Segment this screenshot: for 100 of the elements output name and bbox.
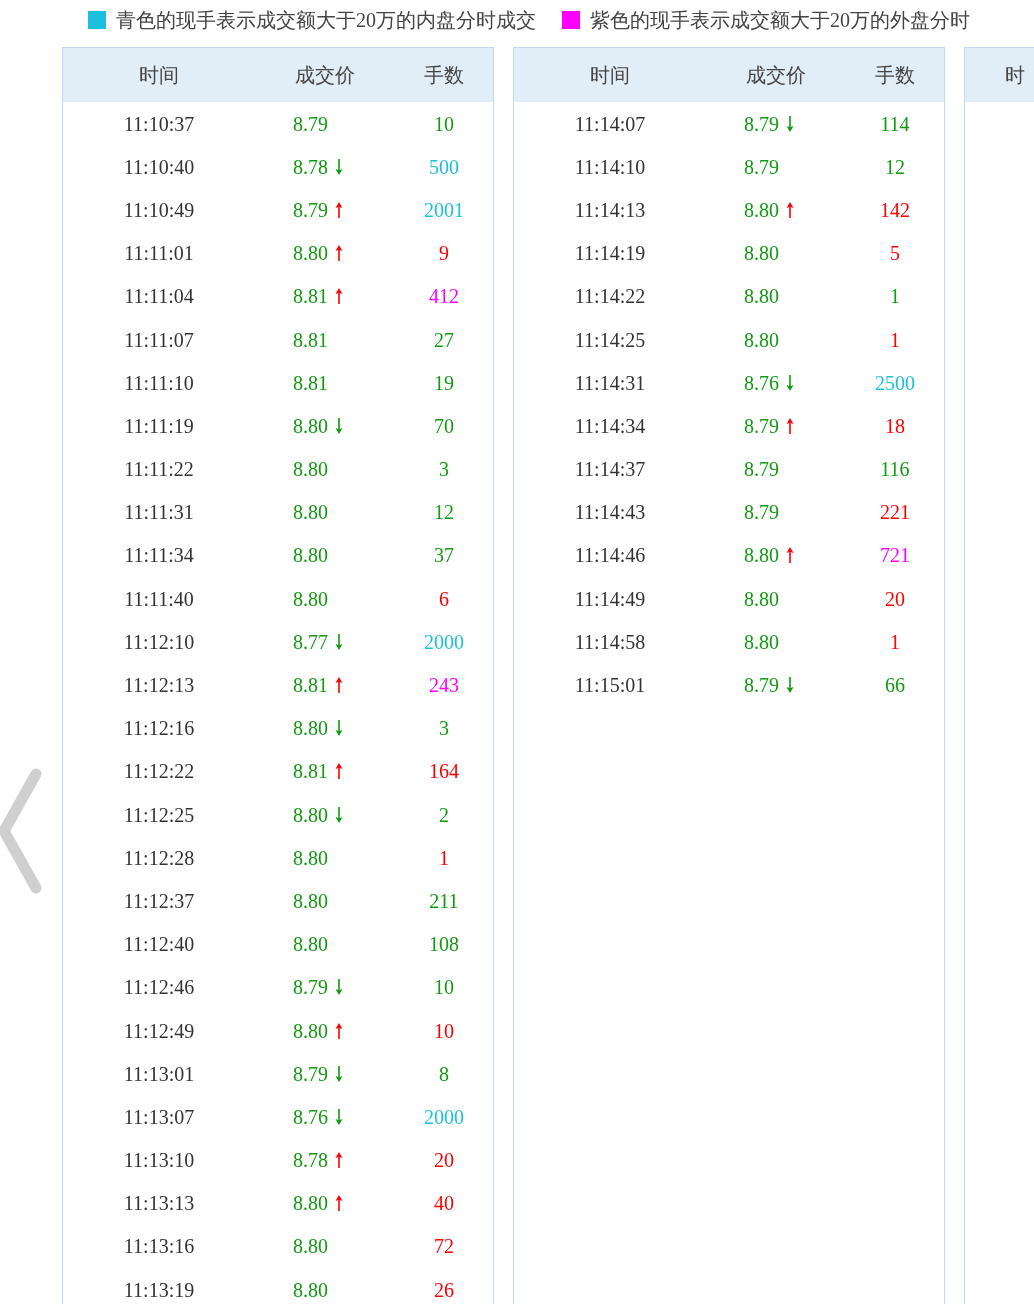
time-cell-text: 11:12:37 <box>122 888 196 914</box>
time-cell-text: 11:12:10 <box>122 629 196 655</box>
time-cell-text: 11:13:19 <box>122 1277 196 1303</box>
volume-cell-text: 20 <box>884 586 906 612</box>
volume-cell-text: 108 <box>428 932 460 958</box>
time-cell-text: 11:13:10 <box>122 1148 196 1174</box>
price-cell-text: 8.79 <box>293 1061 328 1087</box>
volume-cell-text: 116 <box>879 457 911 483</box>
volume-cell-text: 2000 <box>423 1104 465 1130</box>
column-header: 手数 <box>874 63 916 88</box>
volume-cell-text: 9 <box>438 241 450 267</box>
price-cell-text: 8.79 <box>744 111 779 137</box>
volume-cell-text: 243 <box>428 673 460 699</box>
time-cell-text: 11:12:49 <box>122 1018 196 1044</box>
time-cell-text: 11:13:16 <box>122 1234 196 1260</box>
column-header: 成交价 <box>745 63 807 88</box>
volume-cell-text: 70 <box>433 413 455 439</box>
time-cell-text: 11:13:01 <box>122 1061 196 1087</box>
price-cell-text: 8.80 <box>744 586 779 612</box>
price-cell-text: 8.80 <box>744 241 779 267</box>
time-cell-text: 11:13:13 <box>122 1191 196 1217</box>
price-cell-text: 8.79 <box>293 197 328 223</box>
volume-cell-text: 10 <box>433 1018 455 1044</box>
volume-cell-text: 12 <box>433 500 455 526</box>
legend-text: 青色的现手表示成交额大于20万的内盘分时成交 <box>116 8 536 33</box>
time-cell-text: 11:14:49 <box>573 586 647 612</box>
volume-cell-text: 2500 <box>874 370 916 396</box>
price-cell-text: 8.81 <box>293 759 328 785</box>
volume-cell-text: 2 <box>438 802 450 828</box>
volume-cell-text: 1 <box>889 284 901 310</box>
price-cell-text: 8.80 <box>293 716 328 742</box>
price-cell-text: 8.80 <box>744 197 779 223</box>
volume-cell-text: 221 <box>879 500 911 526</box>
volume-cell-text: 2001 <box>423 197 465 223</box>
volume-cell-text: 2000 <box>423 629 465 655</box>
volume-cell-text: 1 <box>889 629 901 655</box>
time-cell-text: 11:15:01 <box>573 673 647 699</box>
column-header: 时间 <box>138 63 180 88</box>
time-cell-text: 11:14:31 <box>573 370 647 396</box>
volume-cell-text: 37 <box>433 543 455 569</box>
price-cell-text: 8.80 <box>293 845 328 871</box>
time-cell-text: 11:11:01 <box>123 241 195 267</box>
price-cell-text: 8.79 <box>744 673 779 699</box>
price-cell-text: 8.80 <box>293 802 328 828</box>
volume-cell-text: 721 <box>879 543 911 569</box>
price-cell-text: 8.81 <box>293 327 328 353</box>
time-cell-text: 11:12:40 <box>122 932 196 958</box>
time-cell-text: 11:13:07 <box>122 1104 196 1130</box>
column-header: 成交价 <box>294 63 356 88</box>
time-cell-text: 11:12:25 <box>122 802 196 828</box>
time-cell-text: 11:14:34 <box>573 413 647 439</box>
time-cell-text: 11:12:22 <box>122 759 196 785</box>
price-cell-text: 8.81 <box>293 370 328 396</box>
price-cell-text: 8.80 <box>293 586 328 612</box>
time-cell-text: 11:11:34 <box>123 543 195 569</box>
time-cell-text: 11:12:13 <box>122 673 196 699</box>
volume-cell-text: 12 <box>884 154 906 180</box>
price-cell-text: 8.80 <box>744 629 779 655</box>
price-cell-text: 8.78 <box>293 154 328 180</box>
price-cell-text: 8.80 <box>293 1191 328 1217</box>
time-cell-text: 11:14:43 <box>573 500 647 526</box>
price-cell-text: 8.80 <box>293 457 328 483</box>
price-cell-text: 8.77 <box>293 629 328 655</box>
volume-cell-text: 142 <box>879 197 911 223</box>
volume-cell-text: 40 <box>433 1191 455 1217</box>
time-cell-text: 11:12:46 <box>122 975 196 1001</box>
price-cell-text: 8.79 <box>744 457 779 483</box>
price-cell-text: 8.79 <box>744 413 779 439</box>
price-cell-text: 8.80 <box>293 932 328 958</box>
time-cell-text: 11:14:19 <box>573 241 647 267</box>
volume-cell-text: 1 <box>438 845 450 871</box>
time-cell-text: 11:14:13 <box>573 197 647 223</box>
time-cell-text: 11:12:16 <box>122 716 196 742</box>
price-cell-text: 8.79 <box>744 500 779 526</box>
price-cell-text: 8.81 <box>293 284 328 310</box>
volume-cell-text: 114 <box>879 111 911 137</box>
price-cell-text: 8.80 <box>293 888 328 914</box>
price-cell-text: 8.80 <box>293 1018 328 1044</box>
column-header: 时 <box>1004 63 1025 88</box>
time-cell-text: 11:11:10 <box>123 370 195 396</box>
volume-cell-text: 500 <box>428 154 460 180</box>
price-cell-text: 8.80 <box>293 1277 328 1303</box>
time-cell-text: 11:10:37 <box>122 111 196 137</box>
price-cell-text: 8.80 <box>293 543 328 569</box>
price-cell-text: 8.80 <box>293 500 328 526</box>
time-cell-text: 11:14:10 <box>573 154 647 180</box>
price-cell-text: 8.76 <box>744 370 779 396</box>
time-cell-text: 11:14:25 <box>573 327 647 353</box>
price-cell-text: 8.80 <box>293 1234 328 1260</box>
volume-cell-text: 20 <box>433 1148 455 1174</box>
chevron-left-icon[interactable] <box>0 766 44 896</box>
volume-cell-text: 211 <box>428 888 460 914</box>
volume-cell-text: 8 <box>438 1061 450 1087</box>
time-cell-text: 11:10:49 <box>122 197 196 223</box>
time-cell-text: 11:14:07 <box>573 111 647 137</box>
price-cell-text: 8.80 <box>293 413 328 439</box>
column-header: 时间 <box>589 63 631 88</box>
volume-cell-text: 27 <box>433 327 455 353</box>
volume-cell-text: 72 <box>433 1234 455 1260</box>
column-header: 手数 <box>423 63 465 88</box>
